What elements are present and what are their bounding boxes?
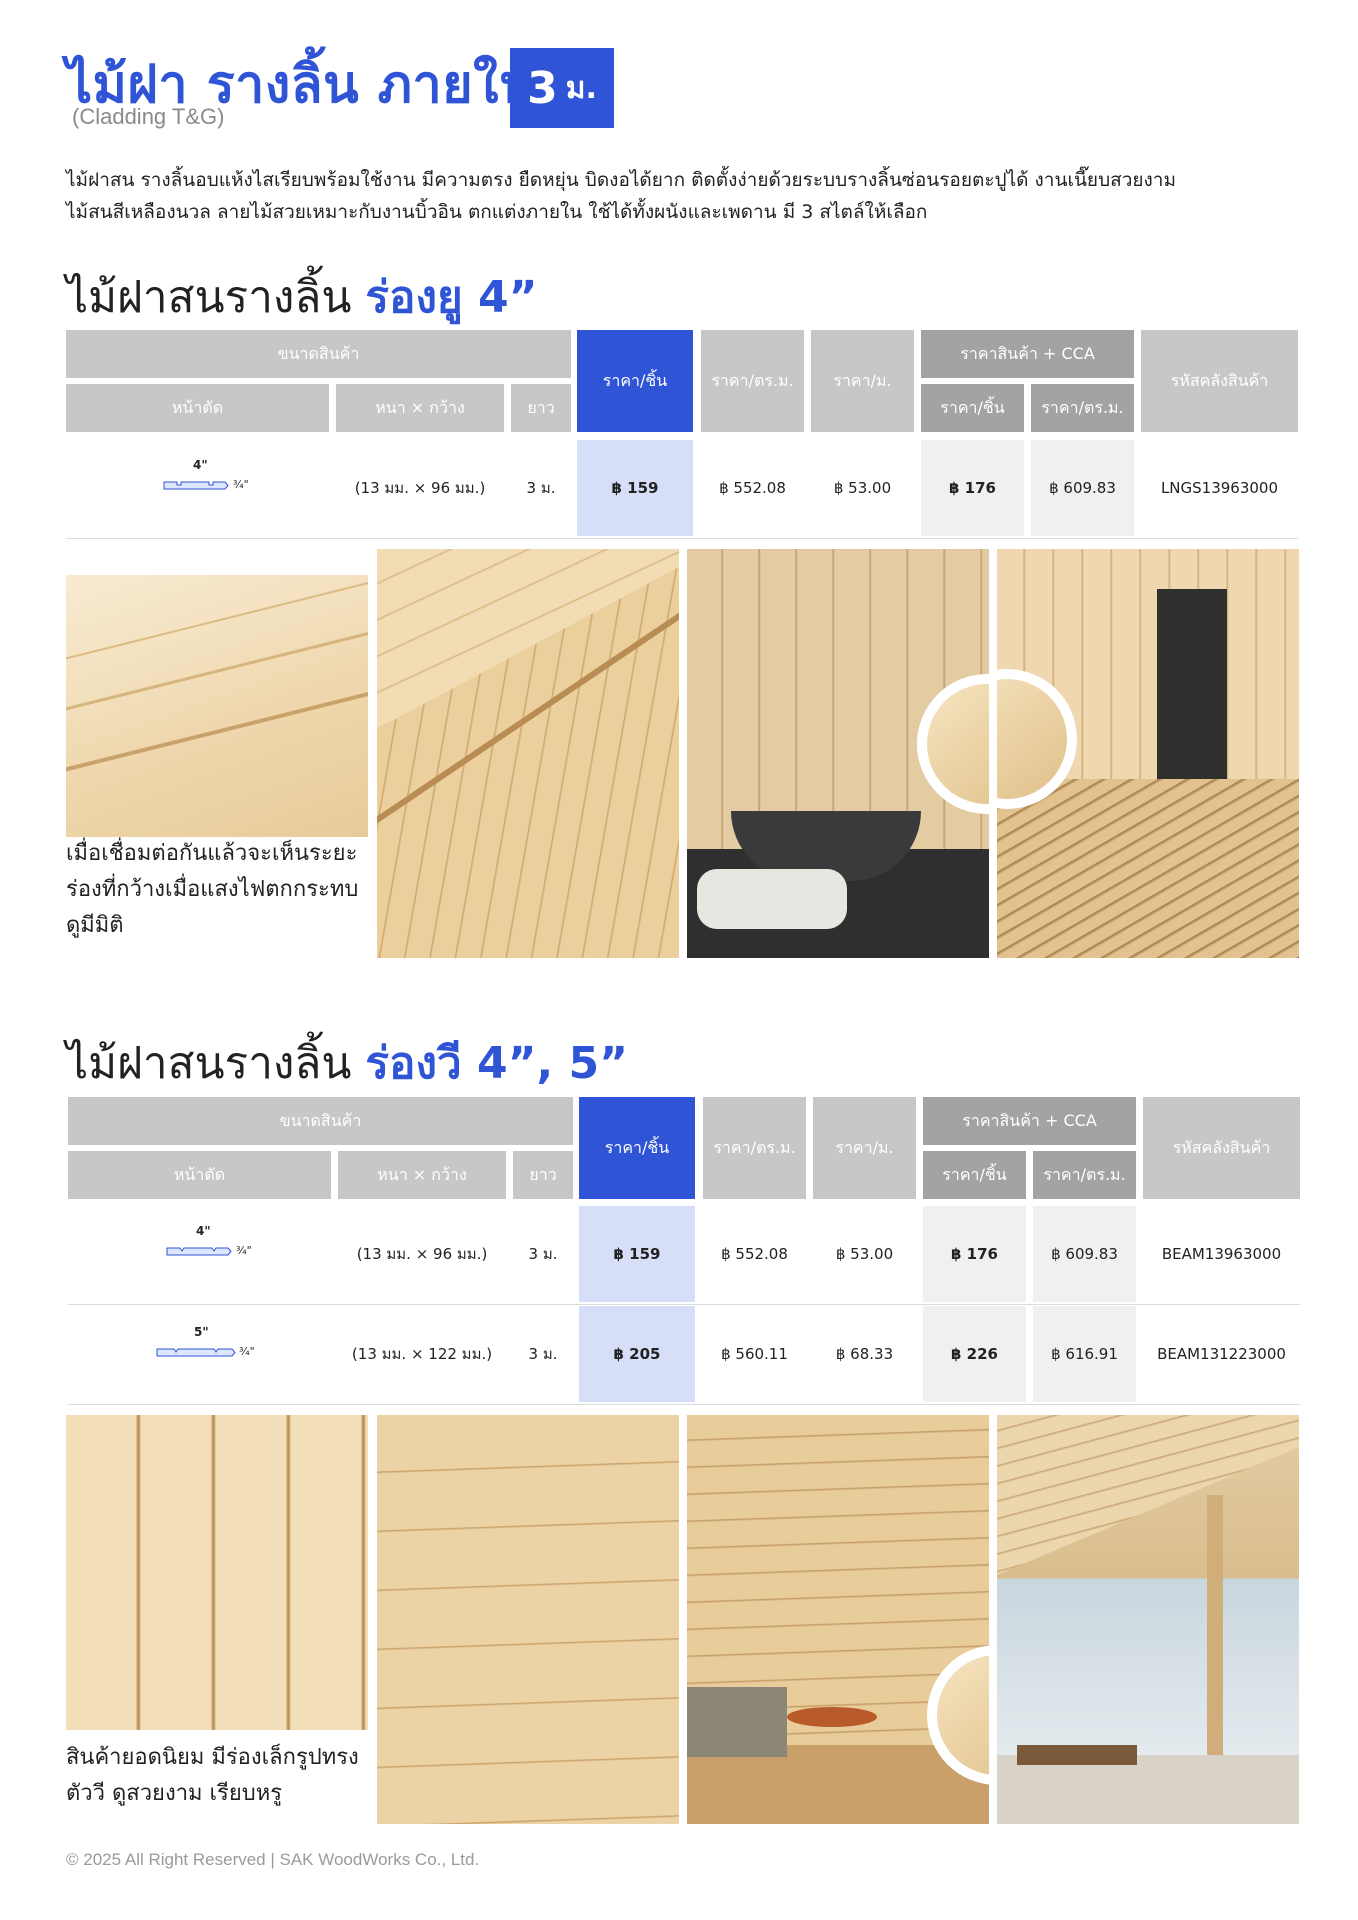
th-cca-sqm: ราคา/ตร.ม. <box>1033 1151 1136 1199</box>
interior-bowl-image <box>687 549 989 958</box>
th-thick-width: หนา × กว้าง <box>336 384 504 432</box>
intro-line-1: ไม้ฝาสน รางลิ้นอบแห้งไสเรียบพร้อมใช้งาน … <box>66 169 1176 191</box>
th-price-m: ราคา/ม. <box>813 1097 916 1199</box>
section2-caption-line-1: สินค้ายอดนิยม มีร่องเล็กรูปทรง <box>66 1745 359 1770</box>
section1-caption-line-2: ร่องที่กว้างเมื่อแสงไฟตกกระทบ <box>66 877 359 902</box>
u-groove-profile-icon <box>163 481 229 490</box>
row-length: 3 ม. <box>528 1345 558 1363</box>
row-price-m: ฿ 68.33 <box>835 1345 894 1363</box>
profile-u-groove-4: 4" ¾" <box>163 458 263 498</box>
row-price-m: ฿ 53.00 <box>833 479 892 497</box>
board-closeup-image <box>66 575 368 837</box>
th-sku: รหัสคลังสินค้า <box>1143 1097 1300 1199</box>
th-thick-width: หนา × กว้าง <box>338 1151 506 1199</box>
th-cca: ราคาสินค้า + CCA <box>923 1097 1136 1145</box>
th-size: ขนาดสินค้า <box>66 330 571 378</box>
v-groove-profile-icon <box>156 1348 236 1357</box>
row-divider <box>68 1404 1300 1405</box>
row-price-sqm: ฿ 552.08 <box>721 1245 788 1263</box>
row-cca-sqm: ฿ 616.91 <box>1033 1306 1136 1402</box>
page-subtitle: (Cladding T&G) <box>72 104 225 129</box>
section1-caption-line-3: ดูมีมิติ <box>66 913 124 938</box>
profile-v-groove-5: 5" ¾" <box>156 1325 266 1365</box>
horizontal-boards-image <box>377 1415 679 1824</box>
row-divider <box>66 538 1298 539</box>
row-price-sqm: ฿ 560.11 <box>721 1345 788 1363</box>
th-length: ยาว <box>513 1151 573 1199</box>
section2-title-highlight: ร่องวี 4”, 5” <box>365 1038 629 1089</box>
row-cca-piece: ฿ 176 <box>921 440 1024 536</box>
th-price-piece: ราคา/ชิ้น <box>579 1097 695 1199</box>
profile-width-label: 5" <box>194 1325 209 1339</box>
section2-caption: สินค้ายอดนิยม มีร่องเล็กรูปทรง ตัววี ดูส… <box>66 1740 376 1812</box>
mountain-view-room-image <box>997 1415 1299 1824</box>
section1-caption: เมื่อเชื่อมต่อกันแล้วจะเห็นระยะ ร่องที่ก… <box>66 836 376 944</box>
v-groove-profile-icon <box>166 1247 232 1256</box>
th-cca-piece: ราคา/ชิ้น <box>923 1151 1026 1199</box>
row-cca-sqm: ฿ 609.83 <box>1031 440 1134 536</box>
section1-caption-line-1: เมื่อเชื่อมต่อกันแล้วจะเห็นระยะ <box>66 841 358 866</box>
th-price-sqm: ราคา/ตร.ม. <box>701 330 804 432</box>
th-price-sqm: ราคา/ตร.ม. <box>703 1097 806 1199</box>
row-cca-piece: ฿ 226 <box>923 1306 1026 1402</box>
row-price-sqm: ฿ 552.08 <box>719 479 786 497</box>
th-length: ยาว <box>511 384 571 432</box>
th-cca-sqm: ราคา/ตร.ม. <box>1031 384 1134 432</box>
profile-thick-label: ¾" <box>236 1244 252 1257</box>
th-price-piece: ราคา/ชิ้น <box>577 330 693 432</box>
th-size: ขนาดสินค้า <box>68 1097 573 1145</box>
row-price-piece: ฿ 159 <box>579 1206 695 1302</box>
row-price-m: ฿ 53.00 <box>835 1245 894 1263</box>
section1-title-plain: ไม้ฝาสนรางลิ้น <box>66 272 366 323</box>
row-size: (13 มม. × 96 มม.) <box>354 479 486 497</box>
profile-thick-label: ¾" <box>233 478 249 491</box>
living-room-image <box>687 1415 989 1824</box>
profile-width-label: 4" <box>193 458 208 472</box>
row-length: 3 ม. <box>526 479 556 497</box>
row-length: 3 ม. <box>528 1245 558 1263</box>
footer-copyright: © 2025 All Right Reserved | SAK WoodWork… <box>66 1850 480 1869</box>
row-sku: LNGS13963000 <box>1160 479 1279 497</box>
section1-title-highlight: ร่องยู 4” <box>365 272 538 323</box>
row-sku: BEAM13963000 <box>1161 1245 1282 1263</box>
th-price-m: ราคา/ม. <box>811 330 914 432</box>
row-size: (13 มม. × 96 มม.) <box>356 1245 488 1263</box>
row-cca-sqm: ฿ 609.83 <box>1033 1206 1136 1302</box>
length-badge: 3 ม. <box>510 48 614 128</box>
row-size: (13 มม. × 122 มม.) <box>351 1345 493 1363</box>
row-price-piece: ฿ 205 <box>579 1306 695 1402</box>
th-sku: รหัสคลังสินค้า <box>1141 330 1298 432</box>
sauna-room-image <box>997 549 1299 958</box>
v-groove-boards-image <box>66 1415 368 1730</box>
section2-title-plain: ไม้ฝาสนรางลิ้น <box>66 1038 366 1089</box>
th-cca: ราคาสินค้า + CCA <box>921 330 1134 378</box>
profile-v-groove-4: 4" ¾" <box>166 1224 266 1264</box>
profile-thick-label: ¾" <box>239 1345 255 1358</box>
intro-text: ไม้ฝาสน รางลิ้นอบแห้งไสเรียบพร้อมใช้งาน … <box>66 164 1306 228</box>
row-price-piece: ฿ 159 <box>577 440 693 536</box>
th-section: หน้าตัด <box>68 1151 331 1199</box>
badge-unit: ม. <box>565 70 597 106</box>
wood-ceiling-image <box>377 549 679 958</box>
th-cca-piece: ราคา/ชิ้น <box>921 384 1024 432</box>
th-section: หน้าตัด <box>66 384 329 432</box>
row-cca-piece: ฿ 176 <box>923 1206 1026 1302</box>
intro-line-2: ไม้สนสีเหลืองนวล ลายไม้สวยเหมาะกับงานบิ้… <box>66 201 928 223</box>
badge-number: 3 <box>527 62 558 114</box>
row-sku: BEAM131223000 <box>1157 1345 1286 1363</box>
section2-title: ไม้ฝาสนรางลิ้น ร่องวี 4”, 5” <box>66 1028 628 1098</box>
section2-caption-line-2: ตัววี ดูสวยงาม เรียบหรู <box>66 1781 283 1806</box>
profile-width-label: 4" <box>196 1224 211 1238</box>
row-divider <box>68 1304 1300 1305</box>
section1-title: ไม้ฝาสนรางลิ้น ร่องยู 4” <box>66 262 538 332</box>
